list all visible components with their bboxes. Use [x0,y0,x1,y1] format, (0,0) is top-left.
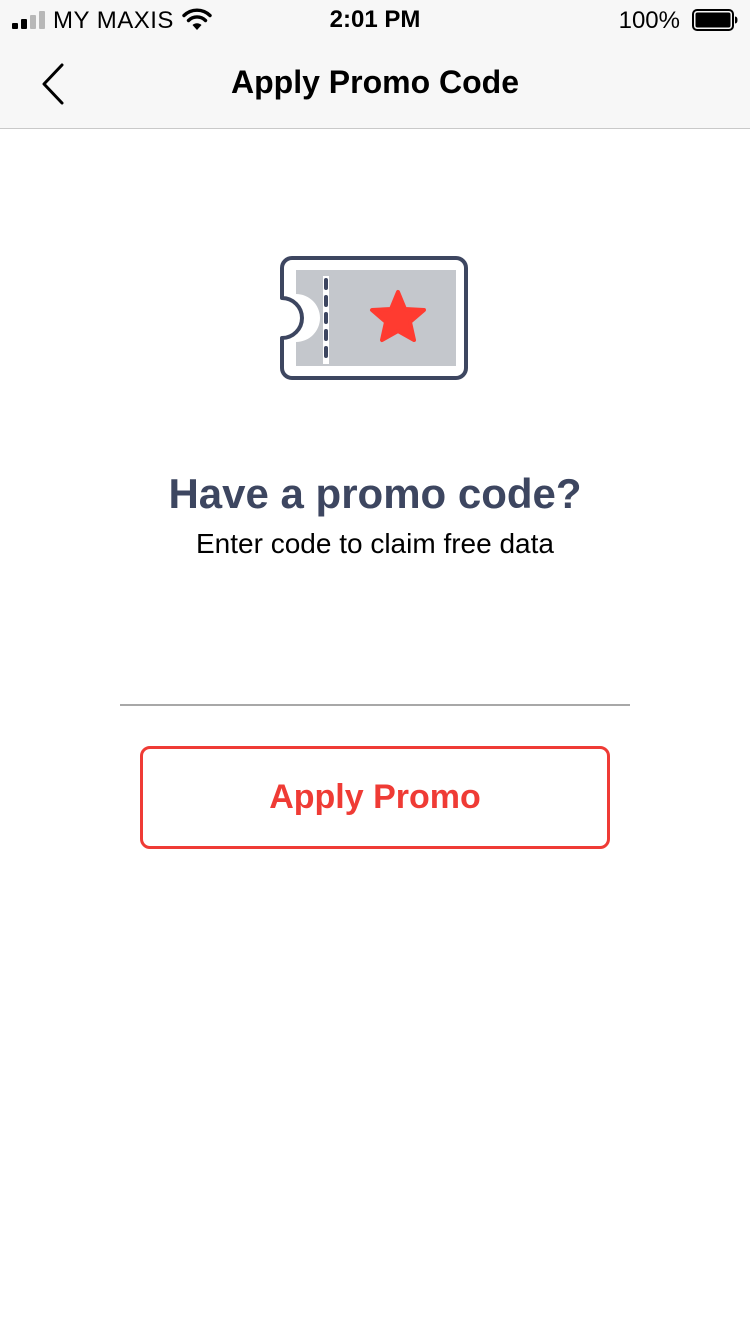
apply-promo-button[interactable]: Apply Promo [140,746,610,849]
promo-subline: Enter code to claim free data [196,528,554,559]
promo-code-input[interactable] [120,650,630,706]
ticket-star-icon [280,256,468,380]
navigation-bar: Apply Promo Code [0,40,750,129]
battery-icon [692,9,738,31]
promo-headline: Have a promo code? [168,470,582,517]
battery-percent: 100% [618,7,680,34]
page-title: Apply Promo Code [230,64,519,100]
status-bar: MY MAXIS 2:01 PM 100% [0,0,750,40]
